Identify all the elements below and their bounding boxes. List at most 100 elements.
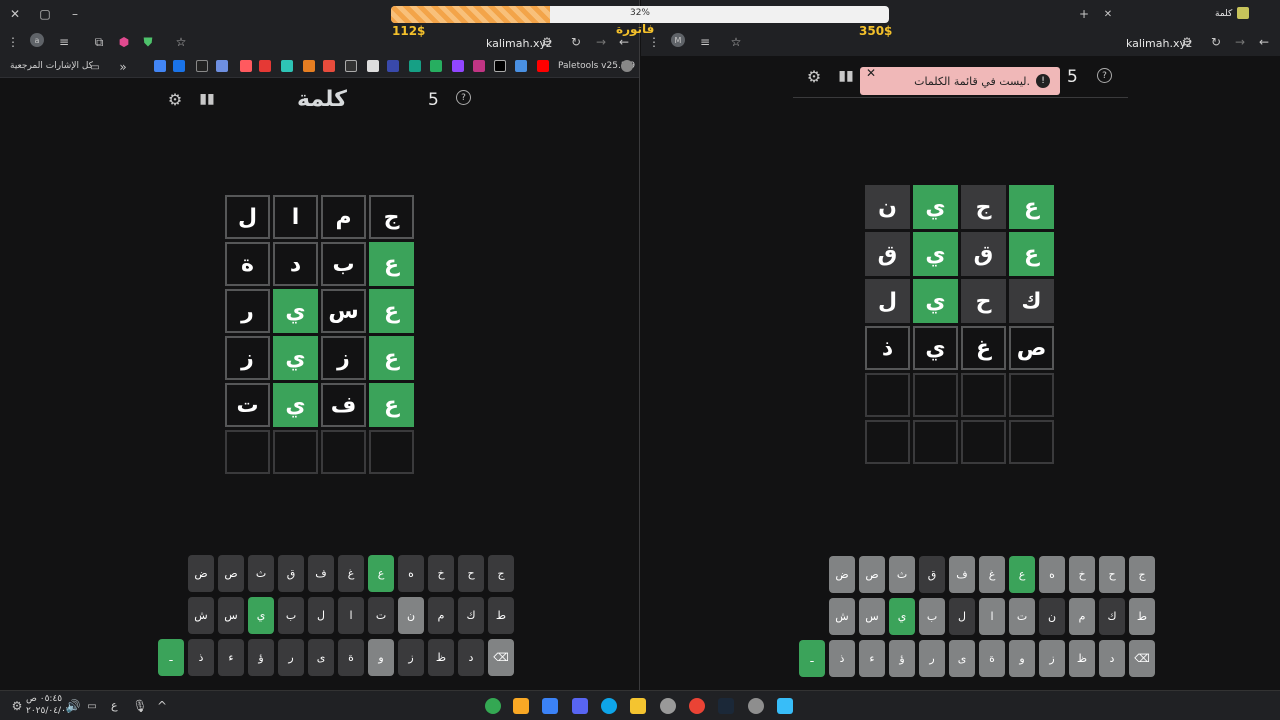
keyboard-key[interactable]: غ bbox=[979, 556, 1005, 593]
keyboard-key[interactable]: ذ bbox=[188, 639, 214, 676]
keyboard-key[interactable]: د bbox=[458, 639, 484, 676]
backspace-key[interactable]: ⌫ bbox=[1129, 640, 1155, 677]
keyboard-key[interactable]: خ bbox=[1069, 556, 1095, 593]
forward-icon[interactable]: → bbox=[1231, 33, 1249, 51]
bookmark-icon[interactable] bbox=[216, 60, 228, 72]
enter-key[interactable]: ـ bbox=[799, 640, 825, 677]
bookmark-icon[interactable] bbox=[303, 60, 315, 72]
keyboard-key[interactable]: ل bbox=[308, 597, 334, 634]
keyboard-key[interactable]: ر bbox=[919, 640, 945, 677]
keyboard-key[interactable]: ع bbox=[1009, 556, 1035, 593]
bookmark-icon[interactable] bbox=[240, 60, 252, 72]
keyboard-key[interactable]: ذ bbox=[829, 640, 855, 677]
keyboard-key[interactable]: ا bbox=[338, 597, 364, 634]
stats-icon[interactable]: ▮▮ bbox=[198, 90, 216, 108]
shield-icon[interactable]: ⛊ bbox=[139, 33, 157, 51]
keyboard-key[interactable]: ق bbox=[919, 556, 945, 593]
bookmark-icon[interactable] bbox=[323, 60, 335, 72]
stats-icon[interactable]: ▮▮ bbox=[837, 67, 855, 85]
youtube-icon[interactable] bbox=[537, 60, 549, 72]
bookmark-icon[interactable] bbox=[345, 60, 357, 72]
keyboard-key[interactable]: خ bbox=[428, 555, 454, 592]
keyboard-key[interactable]: و bbox=[368, 639, 394, 676]
keyboard-key[interactable]: ن bbox=[1039, 598, 1065, 635]
file-explorer-icon[interactable] bbox=[630, 698, 646, 714]
close-tab-icon[interactable]: ✕ bbox=[1099, 5, 1117, 23]
menu-dots-icon[interactable]: ⋮ bbox=[4, 33, 22, 51]
keyboard-key[interactable]: ح bbox=[1099, 556, 1125, 593]
chevron-up-icon[interactable]: ^ bbox=[153, 697, 171, 715]
ublock-icon[interactable]: ⬢ bbox=[115, 33, 133, 51]
keyboard-key[interactable]: غ bbox=[338, 555, 364, 592]
site-settings-icon[interactable]: ⚙ bbox=[538, 33, 556, 51]
keyboard-key[interactable]: ؤ bbox=[248, 639, 274, 676]
letter-count[interactable]: 5 bbox=[428, 90, 439, 110]
discord-icon[interactable] bbox=[572, 698, 588, 714]
tab-title[interactable]: كلمة bbox=[1215, 9, 1232, 19]
keyboard-key[interactable]: ن bbox=[398, 597, 424, 634]
instagram-icon[interactable] bbox=[473, 60, 485, 72]
keyboard-key[interactable]: ر bbox=[278, 639, 304, 676]
bookmark-icon[interactable] bbox=[281, 60, 293, 72]
keyboard-key[interactable]: ش bbox=[188, 597, 214, 634]
reload-icon[interactable]: ↻ bbox=[1207, 33, 1225, 51]
steam-icon[interactable] bbox=[718, 698, 734, 714]
settings-icon[interactable]: ⚙ bbox=[8, 697, 26, 715]
keyboard-key[interactable]: ك bbox=[458, 597, 484, 634]
keyboard-key[interactable]: ؤ bbox=[889, 640, 915, 677]
keyboard-key[interactable]: س bbox=[859, 598, 885, 635]
keyboard-key[interactable]: ة bbox=[338, 639, 364, 676]
back-icon[interactable]: ← bbox=[1255, 33, 1273, 51]
bookmark-icon[interactable] bbox=[196, 60, 208, 72]
windows-start-icon[interactable] bbox=[777, 698, 793, 714]
microphone-icon[interactable]: 🎙 bbox=[131, 697, 149, 715]
profile-avatar[interactable]: M bbox=[671, 33, 685, 47]
toast-close-icon[interactable]: ✕ bbox=[866, 66, 876, 80]
keyboard-key[interactable]: ح bbox=[458, 555, 484, 592]
keyboard-key[interactable]: ض bbox=[829, 556, 855, 593]
settings-gear-icon[interactable]: ⚙ bbox=[166, 90, 184, 109]
bookmark-icon[interactable] bbox=[259, 60, 271, 72]
enter-key[interactable]: ـ bbox=[158, 639, 184, 676]
keyboard-key[interactable]: ا bbox=[979, 598, 1005, 635]
media-controls-icon[interactable]: ≡ bbox=[55, 33, 73, 51]
keyboard-key[interactable]: ل bbox=[949, 598, 975, 635]
reload-icon[interactable]: ↻ bbox=[567, 33, 585, 51]
bookmark-icon[interactable] bbox=[387, 60, 399, 72]
keyboard-key[interactable]: ع bbox=[368, 555, 394, 592]
minimize-icon[interactable]: – bbox=[66, 5, 84, 23]
backspace-key[interactable]: ⌫ bbox=[488, 639, 514, 676]
keyboard-key[interactable]: ي bbox=[248, 597, 274, 634]
clock-time[interactable]: ٠٥:٤٥ ص bbox=[26, 694, 62, 704]
keyboard-key[interactable]: ف bbox=[949, 556, 975, 593]
keyboard-key[interactable]: ى bbox=[308, 639, 334, 676]
keyboard-key[interactable]: و bbox=[1009, 640, 1035, 677]
keyboard-key[interactable]: ث bbox=[248, 555, 274, 592]
keyboard-key[interactable]: ج bbox=[1129, 556, 1155, 593]
media-controls-icon[interactable]: ≡ bbox=[696, 33, 714, 51]
keyboard-key[interactable]: ز bbox=[398, 639, 424, 676]
x-icon[interactable] bbox=[494, 60, 506, 72]
keyboard-key[interactable]: ى bbox=[949, 640, 975, 677]
language-indicator[interactable]: ع bbox=[111, 699, 118, 712]
keyboard-key[interactable]: ظ bbox=[428, 639, 454, 676]
bookmark-icon[interactable] bbox=[367, 60, 379, 72]
keyboard-key[interactable]: ه bbox=[1039, 556, 1065, 593]
all-bookmarks-folder[interactable]: كل الإشارات المرجعية bbox=[10, 61, 93, 71]
profile-avatar[interactable]: a bbox=[30, 33, 44, 47]
letter-count[interactable]: 5 bbox=[1067, 67, 1078, 87]
extensions-icon[interactable]: ⧉ bbox=[90, 33, 108, 51]
keyboard-key[interactable]: ث bbox=[889, 556, 915, 593]
bookmark-icon[interactable] bbox=[173, 60, 185, 72]
more-bookmarks-chevron-icon[interactable]: » bbox=[114, 58, 132, 76]
translate-icon[interactable] bbox=[515, 60, 527, 72]
keyboard-key[interactable]: ك bbox=[1099, 598, 1125, 635]
new-tab-icon[interactable]: + bbox=[1075, 5, 1093, 23]
keyboard-key[interactable]: ز bbox=[1039, 640, 1065, 677]
keyboard-key[interactable]: ة bbox=[979, 640, 1005, 677]
bookmark-star-icon[interactable]: ☆ bbox=[172, 33, 190, 51]
keyboard-key[interactable]: ء bbox=[859, 640, 885, 677]
keyboard-key[interactable]: ش bbox=[829, 598, 855, 635]
chrome-icon[interactable] bbox=[689, 698, 705, 714]
site-settings-icon[interactable]: ⚙ bbox=[1178, 33, 1196, 51]
